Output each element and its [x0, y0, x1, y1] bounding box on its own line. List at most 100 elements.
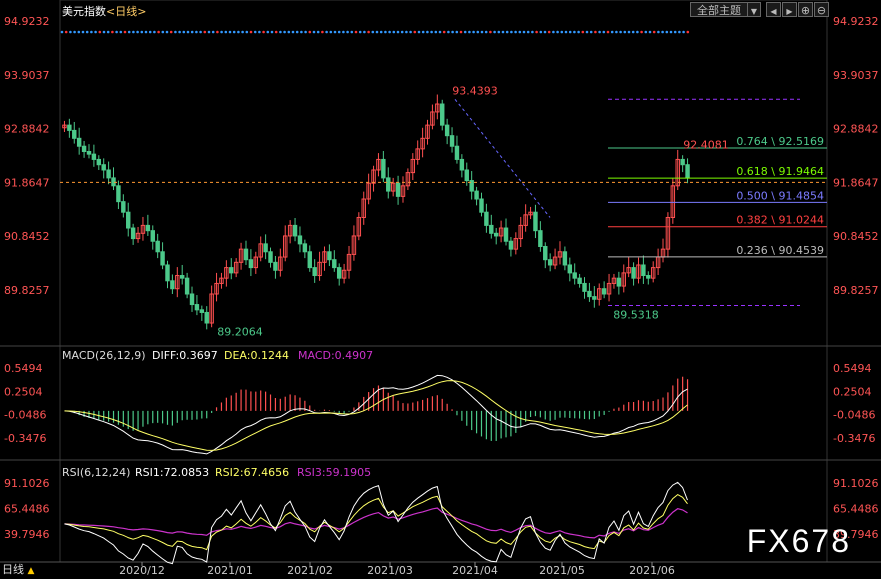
candle-body: [302, 243, 308, 253]
price-annotation: 89.2064: [217, 326, 263, 339]
arrow-right-icon[interactable]: ▶: [782, 2, 797, 17]
candle: [307, 245, 312, 272]
rsi1-line: [64, 481, 688, 565]
candle-body: [263, 243, 268, 253]
candle: [400, 176, 406, 203]
signal-dot: [447, 30, 450, 34]
signal-dot: [102, 30, 106, 34]
signal-dot: [207, 30, 211, 34]
candle: [214, 272, 219, 302]
period-label[interactable]: <日线>: [106, 5, 146, 18]
signal-dot: [463, 30, 467, 34]
candle-body: [160, 251, 165, 266]
y-tick-label-right: 92.8842: [833, 123, 879, 136]
signal-dot: [489, 30, 492, 34]
candle: [297, 226, 303, 253]
signal-dot: [640, 30, 643, 34]
fib-level-label: 0.618 \ 91.9464: [736, 165, 824, 178]
arrow-left-icon[interactable]: ◀: [766, 2, 781, 17]
candle-body: [72, 129, 77, 139]
candle: [175, 267, 180, 298]
y-tick-label-left: 92.8842: [4, 123, 50, 136]
macd-y-tick-right: 0.5494: [833, 362, 872, 375]
signal-dot: [178, 30, 181, 34]
signal-dot: [615, 30, 618, 34]
candle: [670, 178, 676, 224]
candle: [454, 135, 460, 164]
candle: [597, 283, 602, 306]
candle: [322, 246, 327, 271]
signal-dot: [115, 30, 118, 34]
candle: [582, 277, 587, 299]
rsi2-line: [64, 493, 688, 551]
rsi-y-tick-right: 91.1026: [833, 477, 879, 490]
candle-body: [116, 185, 121, 203]
candle: [538, 221, 543, 252]
signal-dot: [606, 30, 610, 34]
candle-body: [567, 264, 573, 274]
signal-dot: [392, 30, 396, 34]
candle: [484, 203, 489, 233]
candle-body: [332, 259, 337, 269]
candle: [160, 242, 165, 270]
signal-dot: [174, 30, 177, 34]
rsi-y-tick-left: 65.4486: [4, 503, 50, 516]
signal-dot: [472, 30, 475, 34]
candle: [155, 233, 160, 259]
signal-dot: [295, 30, 299, 34]
signal-dot: [627, 30, 631, 34]
candle: [636, 257, 641, 284]
candle: [204, 306, 209, 330]
rsi-y-tick-right: 65.4486: [833, 503, 879, 516]
candle-body: [170, 280, 175, 290]
signal-dot: [69, 30, 72, 34]
candle: [425, 119, 430, 145]
signal-dot: [648, 30, 652, 34]
candle-body: [484, 211, 489, 226]
candle: [552, 248, 558, 270]
signal-dot: [539, 30, 543, 34]
signal-dot: [673, 30, 677, 34]
signal-dot: [249, 30, 253, 34]
candle: [371, 165, 376, 192]
signal-dot: [510, 30, 513, 34]
candle-body: [547, 259, 553, 266]
candle: [489, 214, 494, 239]
candle: [493, 228, 499, 245]
candle: [435, 94, 440, 120]
zoom-out-icon[interactable]: ⊖: [814, 2, 829, 17]
signal-dot: [657, 30, 660, 34]
signal-dot: [216, 30, 219, 34]
candle: [346, 245, 352, 279]
signal-dot: [543, 30, 547, 34]
signal-dot: [228, 30, 232, 34]
candle: [116, 180, 121, 210]
signal-dot: [371, 30, 375, 34]
zoom-in-icon[interactable]: ⊕: [798, 2, 813, 17]
macd-value-label: DEA:0.1244: [224, 349, 289, 362]
chevron-down-icon[interactable]: ▼: [747, 2, 761, 17]
candle: [189, 286, 195, 312]
theme-select-button[interactable]: 全部主题: [690, 2, 748, 17]
theme-button-label: 全部主题: [697, 4, 741, 17]
candle: [547, 253, 553, 272]
signal-dot: [686, 30, 690, 34]
signal-dot: [535, 30, 538, 34]
signal-dot: [451, 30, 454, 34]
signal-dot: [631, 30, 635, 34]
signal-dot: [287, 30, 291, 34]
candle: [685, 158, 690, 184]
period-tab[interactable]: 日线 ▲: [0, 562, 34, 578]
fib-level-label: 0.236 \ 90.4539: [736, 244, 824, 257]
candle: [655, 248, 661, 275]
candle-body: [381, 158, 386, 179]
candle-body: [101, 164, 106, 171]
candle: [327, 244, 332, 267]
signal-dot: [430, 30, 433, 34]
signal-dot: [77, 30, 81, 34]
candle: [194, 295, 200, 316]
candle: [440, 99, 445, 131]
candle-body: [587, 290, 592, 298]
rsi-y-tick-left: 39.7946: [4, 528, 50, 541]
signal-dot: [384, 30, 387, 34]
